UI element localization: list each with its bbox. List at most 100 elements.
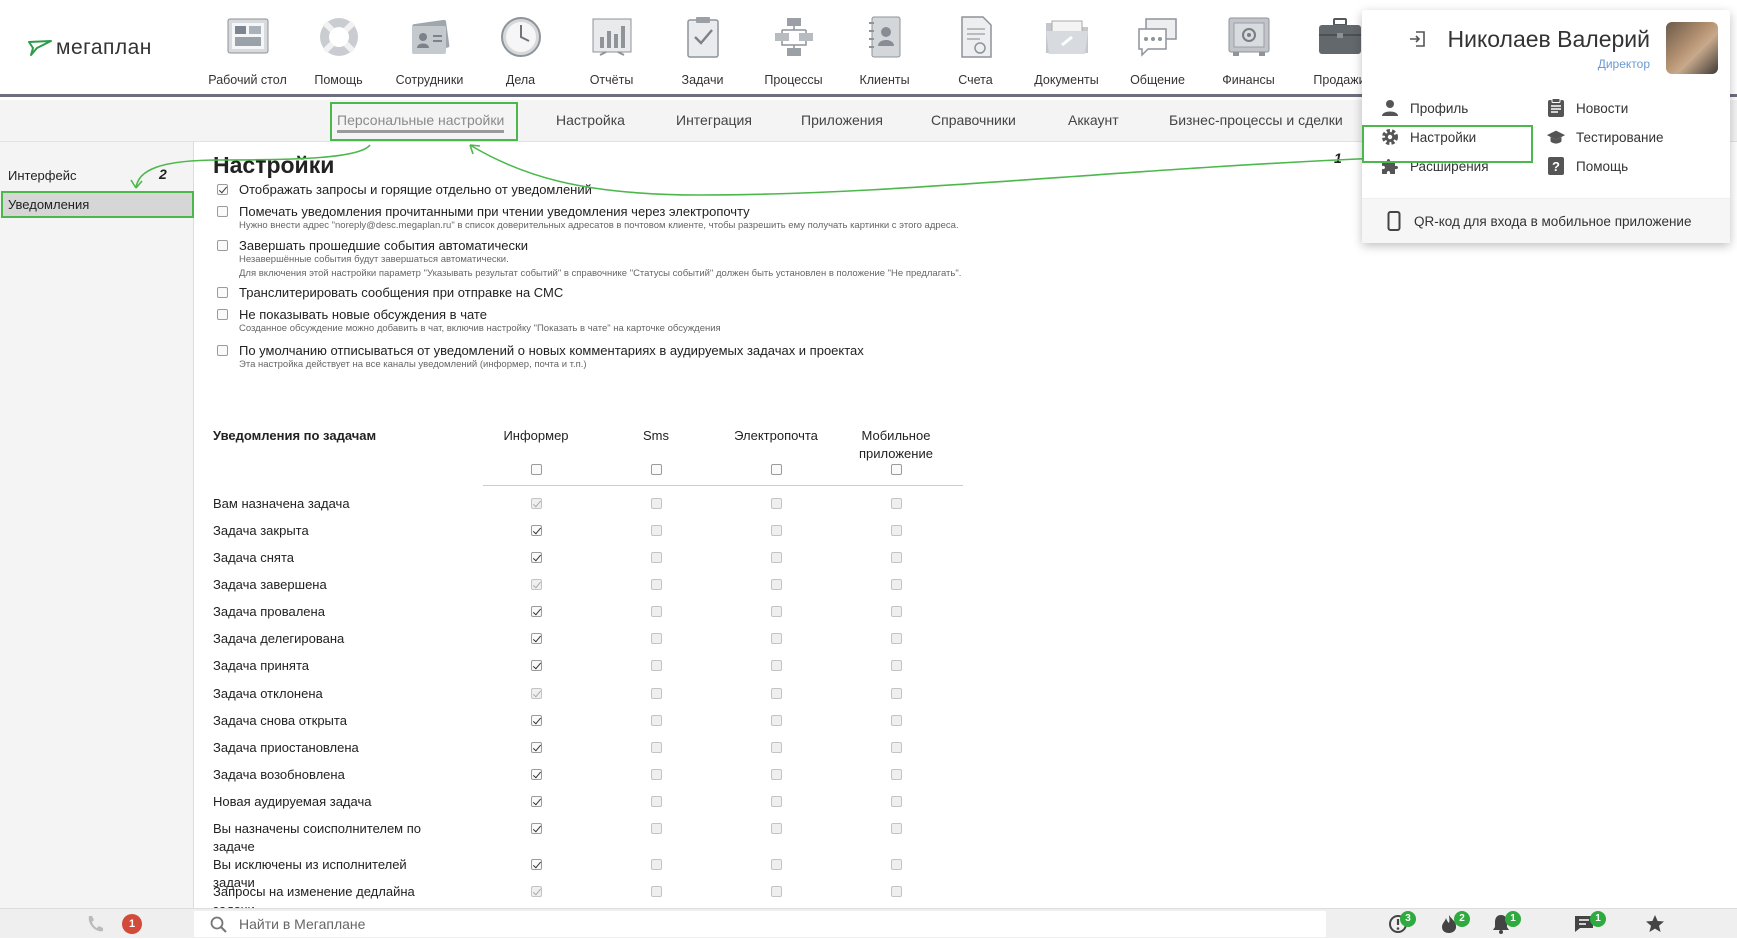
sms-checkbox[interactable] [651,525,662,536]
email-checkbox[interactable] [771,742,782,753]
informer-checkbox[interactable] [531,525,542,536]
module-reports[interactable]: Отчёты [566,14,657,87]
informer-checkbox[interactable] [531,769,542,780]
email-checkbox[interactable] [771,498,782,509]
module-clients[interactable]: Клиенты [839,14,930,87]
mobile-checkbox[interactable] [891,633,902,644]
email-checkbox[interactable] [771,715,782,726]
email-checkbox[interactable] [771,606,782,617]
tab-integration[interactable]: Интеграция [676,112,752,128]
option-checkbox[interactable] [217,206,228,217]
logout-icon[interactable] [1408,31,1426,52]
email-checkbox[interactable] [771,660,782,671]
search-input[interactable] [239,916,1139,932]
email-checkbox[interactable] [771,769,782,780]
informer-checkbox[interactable] [531,660,542,671]
mobile-checkbox[interactable] [891,715,902,726]
module-desktop[interactable]: Рабочий стол [202,14,293,87]
informer-checkbox[interactable] [531,606,542,617]
sms-checkbox[interactable] [651,633,662,644]
menu-item-news[interactable]: Новости [1546,98,1628,118]
sms-checkbox[interactable] [651,742,662,753]
email-checkbox[interactable] [771,859,782,870]
module-lifebuoy[interactable]: Помощь [293,14,384,87]
menu-item-help[interactable]: ? Помощь [1546,156,1628,176]
sms-checkbox[interactable] [651,498,662,509]
module-chat[interactable]: Общение [1112,14,1203,87]
mobile-checkbox[interactable] [891,606,902,617]
sms-checkbox[interactable] [651,823,662,834]
menu-item-qr-code[interactable]: QR-код для входа в мобильное приложение [1384,211,1691,231]
mobile-checkbox[interactable] [891,498,902,509]
email-checkbox[interactable] [771,796,782,807]
tab-setup[interactable]: Настройка [556,112,625,128]
module-documents[interactable]: Документы [1021,14,1112,87]
email-checkbox[interactable] [771,688,782,699]
informer-checkbox[interactable] [531,579,542,590]
sms-checkbox[interactable] [651,769,662,780]
informer-checkbox[interactable] [531,715,542,726]
sms-checkbox[interactable] [651,886,662,897]
mobile-checkbox[interactable] [891,688,902,699]
informer-checkbox[interactable] [531,552,542,563]
tab-business-processes[interactable]: Бизнес-процессы и сделки [1169,112,1343,128]
mobile-checkbox[interactable] [891,796,902,807]
sms-checkbox[interactable] [651,660,662,671]
mobile-checkbox[interactable] [891,525,902,536]
favorites-star-icon[interactable] [1645,914,1665,939]
sms-checkbox[interactable] [651,606,662,617]
informer-checkbox[interactable] [531,886,542,897]
module-employees[interactable]: Сотрудники [384,14,475,87]
tab-account[interactable]: Аккаунт [1068,112,1119,128]
email-checkbox[interactable] [771,579,782,590]
informer-checkbox[interactable] [531,688,542,699]
informer-checkbox[interactable] [531,796,542,807]
informer-checkbox[interactable] [531,742,542,753]
megaplan-logo[interactable]: мегаплан [28,36,152,60]
sms-checkbox[interactable] [651,859,662,870]
avatar[interactable] [1666,22,1718,74]
informer-checkbox[interactable] [531,498,542,509]
sms-checkbox[interactable] [651,796,662,807]
qr-code-footer[interactable]: QR-код для входа в мобильное приложение [1362,198,1730,243]
sms-checkbox[interactable] [651,688,662,699]
sms-checkbox[interactable] [651,552,662,563]
sms-checkbox[interactable] [651,579,662,590]
option-checkbox[interactable] [217,184,228,195]
select-all-mobile-checkbox[interactable] [891,464,902,475]
email-checkbox[interactable] [771,823,782,834]
email-checkbox[interactable] [771,633,782,644]
sidebar-item-interface[interactable]: Интерфейс [8,168,76,183]
module-tasks[interactable]: Задачи [657,14,748,87]
mobile-checkbox[interactable] [891,579,902,590]
select-all-sms-checkbox[interactable] [651,464,662,475]
mobile-checkbox[interactable] [891,769,902,780]
menu-item-testing[interactable]: Тестирование [1546,127,1664,147]
user-name[interactable]: Николаев Валерий [1447,26,1650,53]
mobile-checkbox[interactable] [891,742,902,753]
sms-checkbox[interactable] [651,715,662,726]
mobile-checkbox[interactable] [891,823,902,834]
tab-applications[interactable]: Приложения [801,112,883,128]
phone-icon[interactable] [86,915,104,938]
mobile-checkbox[interactable] [891,886,902,897]
informer-checkbox[interactable] [531,823,542,834]
mobile-checkbox[interactable] [891,660,902,671]
module-clock[interactable]: Дела [475,14,566,87]
option-checkbox[interactable] [217,240,228,251]
menu-item-profile[interactable]: Профиль [1380,98,1468,118]
tab-directories[interactable]: Справочники [931,112,1016,128]
email-checkbox[interactable] [771,552,782,563]
mobile-checkbox[interactable] [891,859,902,870]
module-processes[interactable]: Процессы [748,14,839,87]
informer-checkbox[interactable] [531,633,542,644]
select-all-informer-checkbox[interactable] [531,464,542,475]
select-all-email-checkbox[interactable] [771,464,782,475]
module-invoices[interactable]: Счета [930,14,1021,87]
option-checkbox[interactable] [217,309,228,320]
option-checkbox[interactable] [217,287,228,298]
email-checkbox[interactable] [771,886,782,897]
informer-checkbox[interactable] [531,859,542,870]
mobile-checkbox[interactable] [891,552,902,563]
email-checkbox[interactable] [771,525,782,536]
